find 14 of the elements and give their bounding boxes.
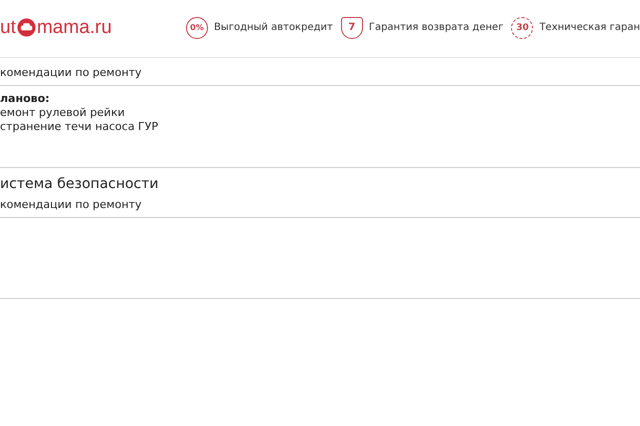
planned-heading: ланово: — [0, 92, 51, 106]
section-title: истема безопасности — [0, 176, 160, 192]
feature-label: Выгодный автокредит — [214, 22, 333, 33]
feature-label: Гарантия возврата денег — [368, 22, 504, 33]
section-subtitle: комендации по ремонту — [0, 66, 143, 79]
logo-text: ut — [0, 16, 16, 38]
feature-label: Техническая гаран — [539, 22, 640, 33]
section-subtitle: комендации по ремонту — [0, 198, 143, 211]
circle-badge: 30 — [511, 16, 534, 38]
logo-text: mama.ru — [36, 16, 112, 38]
circle-badge: 0% — [186, 16, 208, 38]
shield-badge: 7 — [340, 16, 363, 38]
repair-item: емонт рулевой рейки — [0, 106, 126, 120]
repair-item: странение течи насоса ГУР — [0, 120, 160, 134]
